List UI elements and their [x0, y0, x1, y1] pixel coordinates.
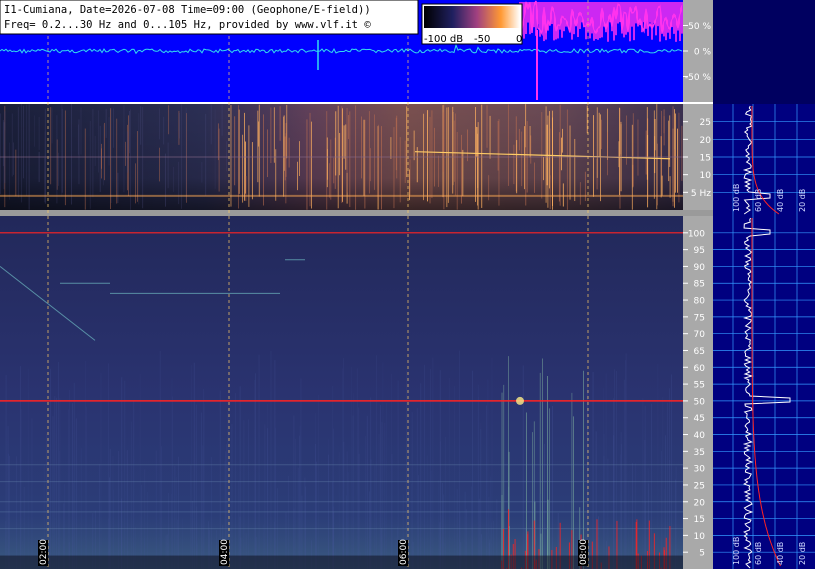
side-db-label: 20 dB	[798, 189, 807, 212]
time-label-text: 02:00	[39, 539, 49, 565]
side-db-label: 100 dB	[732, 537, 741, 565]
high-tick-label: 80	[694, 297, 706, 307]
time-label-text: 08:00	[579, 539, 589, 565]
side-db-label: 60 dB	[754, 542, 763, 565]
colorbar-label-min: -100 dB	[424, 34, 463, 45]
low-tick-label: 20	[700, 136, 712, 146]
high-tick-label: 60	[694, 364, 706, 374]
low-tick-label: 5 Hz	[691, 189, 711, 199]
high-tick-label: 70	[694, 330, 706, 340]
low-tick-label: 25	[700, 118, 711, 128]
high-tick-label: 25	[694, 481, 705, 491]
high-tick-label: 85	[694, 280, 705, 290]
side-db-label: 20 dB	[798, 542, 807, 565]
time-label: 02:00	[38, 539, 49, 566]
time-label: 08:00	[578, 539, 589, 566]
colorbar-gradient	[424, 6, 520, 28]
high-tick-label: 100	[688, 229, 705, 239]
header: I1-Cumiana, Date=2026-07-08 Time=09:00 (…	[0, 0, 419, 35]
header-line-1: I1-Cumiana, Date=2026-07-08 Time=09:00 (…	[4, 4, 371, 16]
side-db-label: 40 dB	[776, 542, 785, 565]
side-db-label: 40 dB	[776, 189, 785, 212]
colorbar-label-max: 0	[516, 34, 522, 45]
high-tick-label: 90	[694, 263, 706, 273]
high-hotspot	[516, 396, 524, 405]
side-profile-low: 100 dB 60 dB 40 dB 20 dB	[713, 104, 815, 216]
high-spectrogram-panel: 100 95 90 85 80 75 70 65 60 55 50 45 40 35 30 25 20 15 10 5	[0, 216, 713, 569]
spectrogram-figure: 50 %0 %-50 % 252015105 Hz 10095908580757…	[0, 0, 815, 569]
waveform-tick-label: -50 %	[685, 73, 712, 83]
waveform-tick-label: 50 %	[688, 22, 711, 32]
time-label-text: 04:00	[220, 539, 230, 565]
high-tick-label: 15	[694, 515, 705, 525]
low-tick-label: 10	[700, 171, 712, 181]
panel-divider	[0, 210, 713, 216]
high-tick-label: 10	[694, 532, 706, 542]
low-tick-label: 15	[700, 154, 711, 164]
high-tick-label: 20	[694, 498, 706, 508]
high-tick-label: 75	[694, 313, 705, 323]
high-tick-label: 30	[694, 465, 706, 475]
side-profile-high: 100 dB 60 dB 40 dB 20 dB	[713, 216, 815, 569]
time-label: 06:00	[398, 539, 409, 566]
high-tick-label: 5	[699, 549, 705, 559]
waveform-tick-label: 0 %	[694, 48, 712, 58]
side-top-blank	[713, 0, 815, 104]
high-tick-label: 50	[694, 397, 706, 407]
high-tick-label: 65	[694, 347, 705, 357]
side-db-label: 100 dB	[732, 184, 741, 212]
header-line-2: Freq= 0.2...30 Hz and 0...105 Hz, provid…	[4, 19, 371, 31]
side-db-label: 60 dB	[754, 189, 763, 212]
high-tick-label: 35	[694, 448, 705, 458]
high-tick-label: 40	[694, 431, 706, 441]
high-tick-label: 55	[694, 381, 705, 391]
time-label-text: 06:00	[399, 539, 409, 565]
high-tick-label: 95	[694, 246, 705, 256]
low-spectrogram-panel: 25 20 15 10 5 Hz	[0, 104, 713, 216]
high-tick-label: 45	[694, 414, 705, 424]
colorbar: -100 dB -50 0	[421, 3, 523, 45]
colorbar-label-mid: -50	[474, 34, 490, 45]
time-label: 04:00	[219, 539, 230, 566]
